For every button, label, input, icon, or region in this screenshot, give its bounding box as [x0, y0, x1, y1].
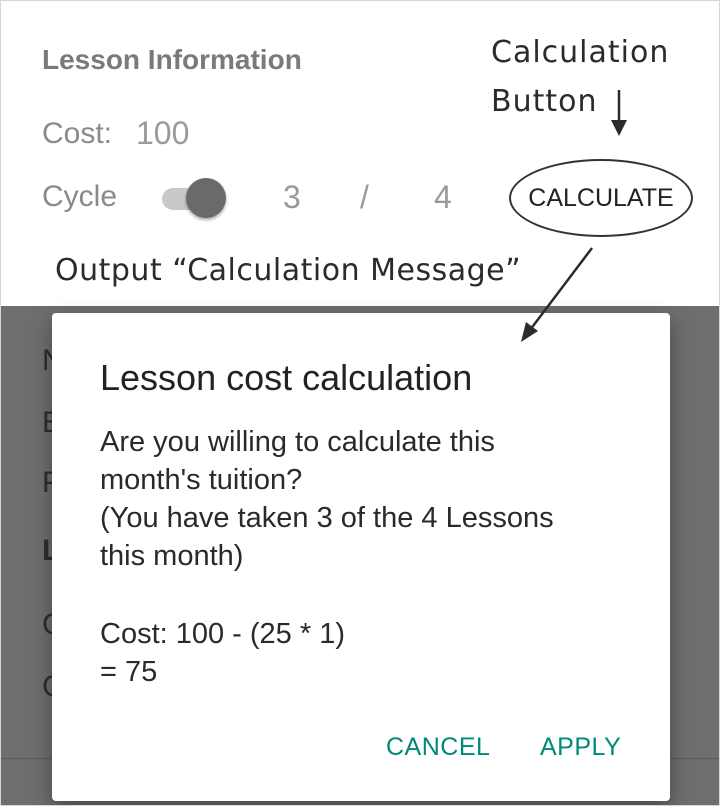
dialog-message-line: Are you willing to calculate this — [100, 426, 495, 458]
dialog-message-line: month's tuition? — [100, 464, 303, 496]
cost-label: Cost: — [42, 117, 113, 150]
cost-value-field[interactable]: 100 — [136, 115, 189, 152]
dialog-message: Are you willing to calculate this month'… — [100, 423, 640, 575]
toggle-thumb — [186, 178, 226, 218]
calculate-button[interactable]: CALCULATE — [509, 159, 693, 237]
dialog-cost-line: = 75 — [100, 656, 158, 688]
lessons-taken-value: 3 — [283, 179, 301, 215]
annotation-button-line2: Button — [491, 84, 598, 119]
lessons-total-value: 4 — [434, 179, 452, 215]
calculation-dialog: Lesson cost calculation Are you willing … — [52, 313, 670, 801]
cycle-separator: / — [360, 179, 369, 215]
section-title: Lesson Information — [42, 44, 302, 75]
arrow-down-icon — [611, 90, 627, 136]
dialog-title: Lesson cost calculation — [100, 357, 473, 398]
dialog-message-line: (You have taken 3 of the 4 Lessons — [100, 502, 554, 534]
dialog-cost-line: Cost: 100 - (25 * 1) — [100, 618, 345, 650]
cycle-label: Cycle — [42, 180, 118, 213]
cancel-button[interactable]: CANCEL — [386, 733, 490, 762]
dialog-message-line: this month) — [100, 540, 244, 572]
apply-button[interactable]: APPLY — [540, 733, 621, 762]
annotation-output: Output “Calculation Message” — [55, 253, 522, 288]
cycle-toggle[interactable] — [160, 178, 226, 218]
dialog-cost-formula: Cost: 100 - (25 * 1) = 75 — [100, 615, 345, 691]
annotation-button-line1: Calculation — [491, 35, 670, 70]
